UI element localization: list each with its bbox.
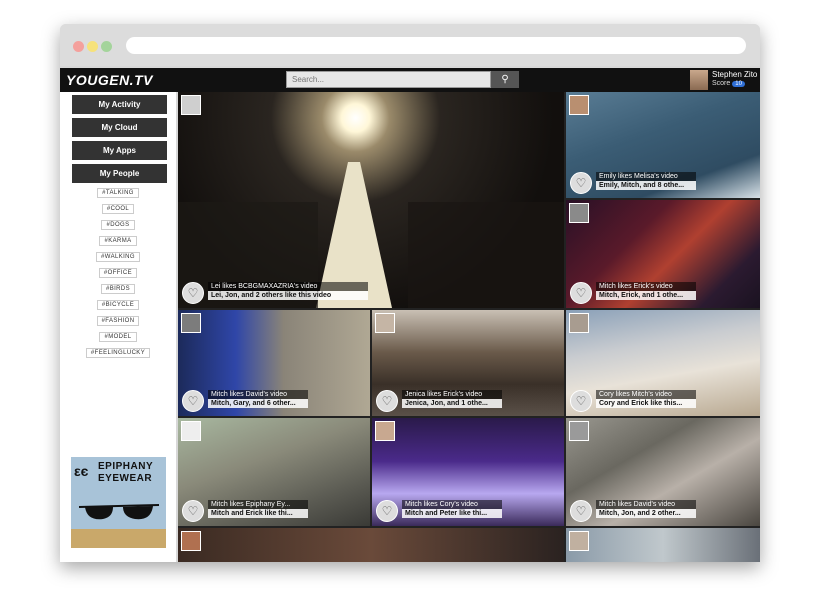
tag-model[interactable]: #MODEL <box>60 332 176 342</box>
user-avatar[interactable] <box>181 531 201 551</box>
user-avatar[interactable] <box>181 313 201 333</box>
video-caption: Cory likes Mitch's video Cory and Erick … <box>596 390 696 408</box>
video-tile[interactable]: ♡ Emily likes Melisa's video Emily, Mitc… <box>566 92 760 198</box>
video-tile[interactable]: ♡ Mitch likes Erick's video Mitch, Erick… <box>566 200 760 308</box>
video-caption: Emily likes Melisa's video Emily, Mitch,… <box>596 172 696 190</box>
site-logo[interactable]: YOUGEN.TV <box>66 72 153 88</box>
video-caption: Mitch likes David's video Mitch, Gary, a… <box>208 390 308 408</box>
address-bar[interactable] <box>126 37 746 54</box>
tag-talking[interactable]: #TALKING <box>60 188 176 198</box>
video-tile[interactable] <box>566 528 760 562</box>
video-caption: Mitch likes Erick's video Mitch, Erick, … <box>596 282 696 300</box>
heart-icon[interactable]: ♡ <box>570 500 592 522</box>
tag-birds[interactable]: #BIRDS <box>60 284 176 294</box>
tag-karma[interactable]: #KARMA <box>60 236 176 246</box>
user-avatar[interactable] <box>569 95 589 115</box>
close-dot[interactable] <box>73 41 84 52</box>
app-header: YOUGEN.TV ⚲ Stephen Zito Score10 <box>60 68 760 92</box>
minimize-dot[interactable] <box>87 41 98 52</box>
heart-icon[interactable]: ♡ <box>570 390 592 412</box>
user-avatar[interactable] <box>569 203 589 223</box>
heart-icon[interactable]: ♡ <box>376 500 398 522</box>
video-caption: Mitch likes Epiphany Ey... Mitch and Eri… <box>208 500 308 518</box>
runway-graphic <box>178 162 564 308</box>
video-tile[interactable]: ♡ Mitch likes David's video Mitch, Gary,… <box>178 310 370 416</box>
video-tile[interactable]: ♡ Mitch likes Epiphany Ey... Mitch and E… <box>178 418 370 526</box>
score-label: Score <box>712 80 731 87</box>
video-caption: Lei likes BCBGMAXAZRIA's video Lei, Jon,… <box>208 282 368 300</box>
browser-window: YOUGEN.TV ⚲ Stephen Zito Score10 My Acti… <box>60 24 760 562</box>
video-tile[interactable]: ♡ Mitch likes David's video Mitch, Jon, … <box>566 418 760 526</box>
sidebar: My Activity My Cloud My Apps My People #… <box>60 92 176 562</box>
nav-my-activity[interactable]: My Activity <box>72 95 167 114</box>
heart-icon[interactable]: ♡ <box>182 282 204 304</box>
maximize-dot[interactable] <box>101 41 112 52</box>
video-tile[interactable]: ♡ Cory likes Mitch's video Cory and Eric… <box>566 310 760 416</box>
heart-icon[interactable]: ♡ <box>182 390 204 412</box>
search-input[interactable] <box>286 71 491 88</box>
browser-chrome <box>60 24 760 66</box>
user-avatar[interactable] <box>181 95 201 115</box>
heart-icon[interactable]: ♡ <box>376 390 398 412</box>
epiphany-eyewear-ad[interactable]: εє EPIPHANY EYEWEAR <box>71 457 166 548</box>
video-tile[interactable]: ♡ Lei likes BCBGMAXAZRIA's video Lei, Jo… <box>178 92 564 308</box>
user-avatar[interactable] <box>690 70 708 90</box>
tag-fashion[interactable]: #FASHION <box>60 316 176 326</box>
epiphany-logo-icon: εє <box>74 463 89 479</box>
search-button[interactable]: ⚲ <box>491 71 519 88</box>
video-tile[interactable] <box>178 528 564 562</box>
score-badge: 10 <box>732 81 745 87</box>
video-caption: Jenica likes Erick's video Jenica, Jon, … <box>402 390 502 408</box>
user-avatar[interactable] <box>569 421 589 441</box>
ad-ground <box>71 529 166 548</box>
sunglasses-image <box>78 504 160 520</box>
tag-feelinglucky[interactable]: #FEELINGLUCKY <box>60 348 176 358</box>
heart-icon[interactable]: ♡ <box>182 500 204 522</box>
ad-line-1: EPIPHANY <box>98 461 154 472</box>
ad-line-2: EYEWEAR <box>98 473 153 484</box>
video-caption: Mitch likes David's video Mitch, Jon, an… <box>596 500 696 518</box>
user-score: Score 10 <box>712 80 745 87</box>
search-icon: ⚲ <box>501 74 509 85</box>
user-avatar[interactable] <box>569 531 589 551</box>
nav-my-people[interactable]: My People <box>72 164 167 183</box>
nav-my-cloud[interactable]: My Cloud <box>72 118 167 137</box>
video-tile[interactable]: ♡ Jenica likes Erick's video Jenica, Jon… <box>372 310 564 416</box>
user-avatar[interactable] <box>569 313 589 333</box>
user-avatar[interactable] <box>375 421 395 441</box>
tag-dogs[interactable]: #DOGS <box>60 220 176 230</box>
user-avatar[interactable] <box>375 313 395 333</box>
user-name[interactable]: Stephen Zito <box>712 70 757 79</box>
video-feed: ♡ Lei likes BCBGMAXAZRIA's video Lei, Jo… <box>178 92 760 562</box>
video-tile[interactable]: ♡ Mitch likes Cory's video Mitch and Pet… <box>372 418 564 526</box>
tag-walking[interactable]: #WALKING <box>60 252 176 262</box>
heart-icon[interactable]: ♡ <box>570 282 592 304</box>
user-avatar[interactable] <box>181 421 201 441</box>
nav-my-apps[interactable]: My Apps <box>72 141 167 160</box>
video-caption: Mitch likes Cory's video Mitch and Peter… <box>402 500 502 518</box>
tag-cool[interactable]: #COOL <box>60 204 176 214</box>
tag-bicycle[interactable]: #BICYCLE <box>60 300 176 310</box>
heart-icon[interactable]: ♡ <box>570 172 592 194</box>
tag-office[interactable]: #OFFICE <box>60 268 176 278</box>
